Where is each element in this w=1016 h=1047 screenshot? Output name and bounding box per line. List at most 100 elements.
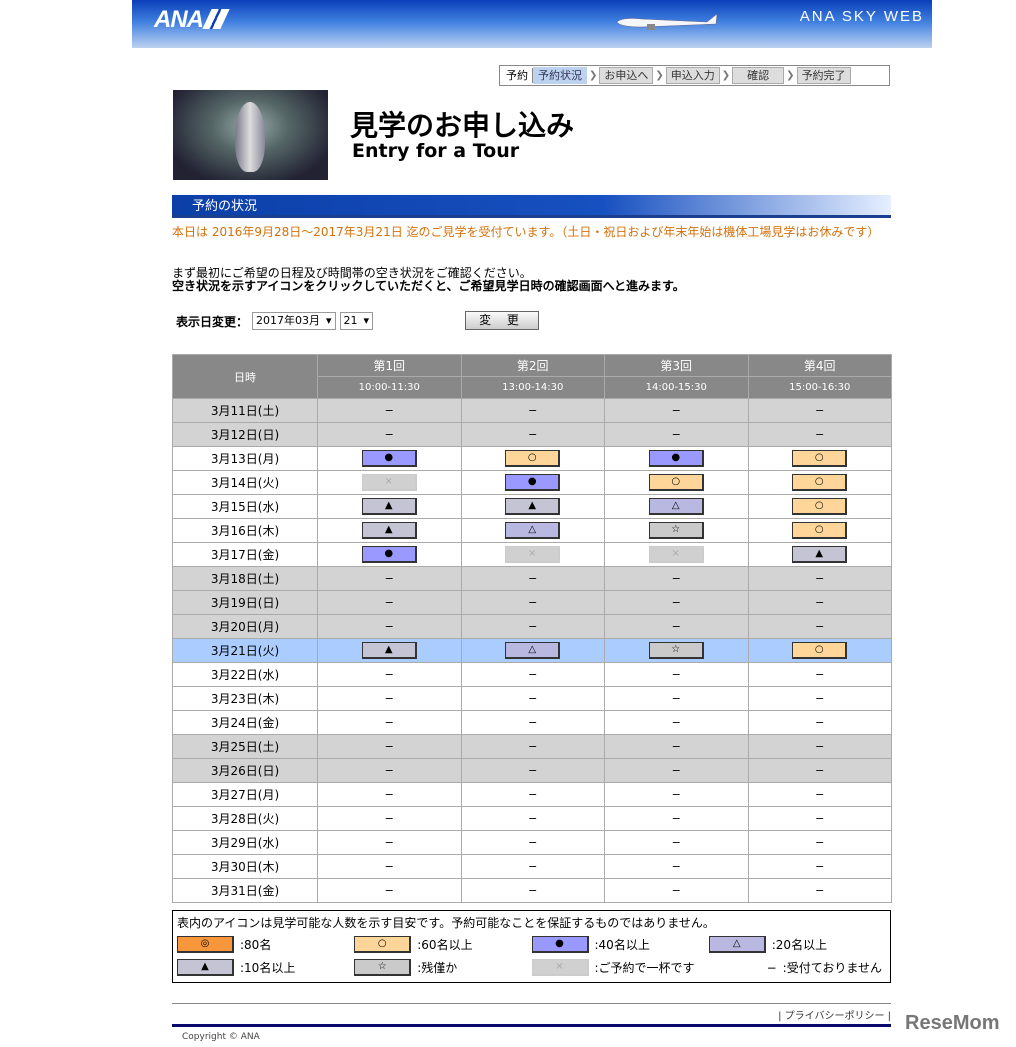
- session-header: 第3回: [604, 354, 749, 377]
- slot-cell: −: [317, 854, 462, 879]
- not-accepting-dash: −: [671, 404, 681, 417]
- legend-label: :受付ておりません: [782, 961, 882, 975]
- slot-cell: ▲: [317, 518, 462, 543]
- slot-cell: −: [747, 782, 892, 807]
- not-accepting-dash: −: [815, 836, 825, 849]
- availability-button[interactable]: ●: [361, 546, 417, 563]
- step-reserve: 予約: [502, 68, 533, 83]
- table-row: 3月20日(月) − − − −: [172, 614, 892, 639]
- availability-button[interactable]: △: [505, 522, 561, 539]
- not-accepting-dash: −: [815, 428, 825, 441]
- date-cell: 3月11日(土): [172, 398, 318, 423]
- slot-cell: −: [604, 566, 749, 591]
- availability-button[interactable]: ○: [792, 522, 848, 539]
- slot-cell: −: [747, 614, 892, 639]
- slot-cell: −: [317, 566, 462, 591]
- table-row: 3月29日(水) − − − −: [172, 830, 892, 855]
- privacy-policy-link[interactable]: | プライバシーポリシー |: [778, 1007, 891, 1022]
- date-change-form: 表示日変更： 2017年03月 ▾ 21 ▾: [176, 312, 374, 330]
- availability-button[interactable]: ▲: [361, 522, 417, 539]
- slot-cell: −: [604, 854, 749, 879]
- availability-button[interactable]: △: [648, 498, 704, 515]
- chevron-right-icon: ❯: [589, 70, 598, 81]
- availability-button[interactable]: ▲: [361, 498, 417, 515]
- slot-cell: ○: [747, 518, 892, 543]
- not-accepting-dash: −: [815, 620, 825, 633]
- date-cell: 3月19日(日): [172, 590, 318, 615]
- availability-button[interactable]: △: [505, 642, 561, 659]
- not-accepting-dash: −: [671, 812, 681, 825]
- session-time: 13:00-14:30: [460, 376, 605, 399]
- availability-button[interactable]: ☆: [648, 642, 704, 659]
- availability-button[interactable]: ○: [792, 498, 848, 515]
- availability-button[interactable]: ○: [792, 450, 848, 467]
- change-button[interactable]: 変 更: [465, 311, 539, 330]
- date-cell: 3月16日(木): [172, 518, 318, 543]
- availability-button[interactable]: ●: [361, 450, 417, 467]
- not-accepting-dash: −: [384, 812, 394, 825]
- slot-cell: ☆: [604, 518, 749, 543]
- slot-cell: −: [604, 734, 749, 759]
- not-accepting-dash: −: [815, 716, 825, 729]
- day-select[interactable]: 21 ▾: [339, 312, 374, 330]
- availability-button[interactable]: ☆: [648, 522, 704, 539]
- not-accepting-dash: −: [815, 884, 825, 897]
- date-cell: 3月22日(水): [172, 662, 318, 687]
- legend-item: −:受付ておりません: [709, 959, 886, 976]
- slot-cell: −: [460, 710, 605, 735]
- slot-cell: −: [460, 566, 605, 591]
- slot-cell: ▲: [747, 542, 892, 567]
- session-time: 15:00-16:30: [747, 376, 892, 399]
- slot-cell: −: [604, 758, 749, 783]
- not-accepting-dash: −: [528, 764, 538, 777]
- slot-cell: −: [747, 734, 892, 759]
- slot-cell: ○: [747, 638, 892, 663]
- slot-cell: −: [317, 590, 462, 615]
- date-cell: 3月24日(金): [172, 710, 318, 735]
- table-row: 3月14日(火) × ● ○ ○: [172, 470, 892, 495]
- step-apply: お申込へ: [599, 67, 654, 84]
- hangar-photo: [173, 90, 328, 180]
- slot-cell: −: [317, 662, 462, 687]
- date-cell: 3月18日(土): [172, 566, 318, 591]
- month-select[interactable]: 2017年03月 ▾: [252, 312, 336, 330]
- slot-cell: −: [747, 590, 892, 615]
- legend-swatch-icon: △: [708, 936, 766, 953]
- availability-button[interactable]: ▲: [505, 498, 561, 515]
- availability-button[interactable]: ▲: [361, 642, 417, 659]
- not-accepting-dash: −: [671, 764, 681, 777]
- slot-cell: −: [460, 878, 605, 903]
- table-row: 3月11日(土) − − − −: [172, 398, 892, 423]
- not-accepting-dash: −: [815, 668, 825, 681]
- availability-button: ×: [505, 546, 561, 563]
- not-accepting-dash: −: [384, 620, 394, 633]
- legend-swatch-icon: ×: [531, 959, 589, 976]
- progress-steps: 予約 予約状況 ❯ お申込へ ❯ 申込入力 ❯ 確認 ❯ 予約完了: [499, 65, 890, 86]
- slot-cell: −: [747, 854, 892, 879]
- ana-logo[interactable]: ANA: [154, 6, 230, 34]
- date-cell: 3月12日(日): [172, 422, 318, 447]
- availability-button: ×: [361, 474, 417, 491]
- step-complete: 予約完了: [796, 67, 851, 84]
- slot-cell: −: [604, 782, 749, 807]
- date-cell: 3月29日(水): [172, 830, 318, 855]
- availability-button[interactable]: ▲: [792, 546, 848, 563]
- legend: 表内のアイコンは見学可能な人数を示す目安です。予約可能なことを保証するものではあ…: [172, 910, 891, 983]
- availability-button[interactable]: ○: [792, 474, 848, 491]
- slot-cell: ▲: [460, 494, 605, 519]
- slot-cell: −: [460, 422, 605, 447]
- availability-button[interactable]: ●: [648, 450, 704, 467]
- date-cell: 3月30日(木): [172, 854, 318, 879]
- slot-cell: −: [604, 878, 749, 903]
- slot-cell: −: [604, 614, 749, 639]
- watermark-logo: ReseMom: [905, 1012, 1000, 1034]
- availability-button[interactable]: ●: [505, 474, 561, 491]
- slot-cell: △: [460, 638, 605, 663]
- not-accepting-dash: −: [384, 596, 394, 609]
- slot-cell: −: [317, 806, 462, 831]
- availability-button[interactable]: ○: [792, 642, 848, 659]
- availability-button[interactable]: ○: [505, 450, 561, 467]
- not-accepting-dash: −: [528, 668, 538, 681]
- availability-button[interactable]: ○: [648, 474, 704, 491]
- slot-cell: −: [747, 878, 892, 903]
